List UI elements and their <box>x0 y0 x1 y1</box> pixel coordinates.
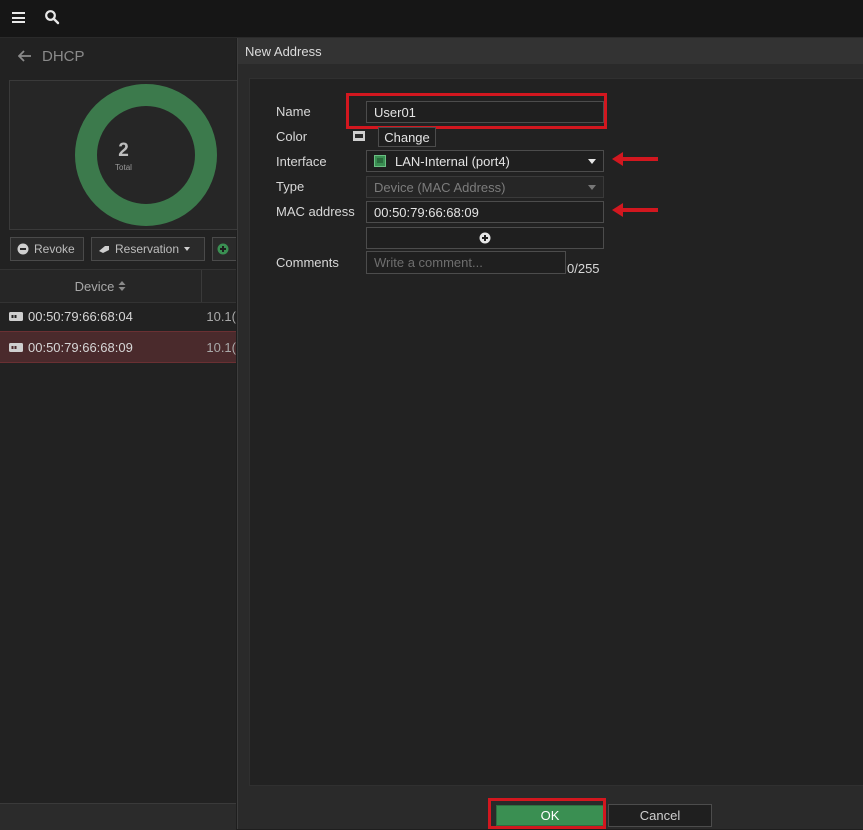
column-header-device[interactable]: Device <box>0 270 202 302</box>
plus-circle-icon <box>479 232 491 244</box>
mac-address-label: MAC address <box>276 204 355 219</box>
chevron-down-icon <box>588 159 596 164</box>
dialog-footer: OK Cancel <box>238 784 863 829</box>
reservation-button[interactable]: Reservation <box>91 237 205 261</box>
name-highlight-box <box>346 93 607 129</box>
arrow-left-icon[interactable] <box>18 50 32 62</box>
chevron-down-icon <box>184 247 191 251</box>
color-label: Color <box>276 129 308 144</box>
sort-icon[interactable] <box>118 281 126 291</box>
color-swatch-icon[interactable] <box>353 130 367 142</box>
red-arrow-annotation <box>612 152 658 166</box>
chevron-down-icon <box>588 185 596 190</box>
device-ip: 10.1( <box>206 308 236 324</box>
type-label: Type <box>276 179 305 194</box>
mac-address-input[interactable]: 00:50:79:66:68:09 <box>366 201 604 223</box>
reservation-label: Reservation <box>115 242 180 256</box>
color-change-button[interactable]: Change <box>378 127 436 147</box>
revoke-label: Revoke <box>34 242 75 256</box>
interface-value: LAN-Internal (port4) <box>395 153 510 169</box>
interface-label: Interface <box>276 154 327 169</box>
device-mac: 00:50:79:66:68:09 <box>28 339 133 355</box>
dhcp-summary-chart: 2 Total <box>9 80 238 230</box>
ok-highlight-box <box>488 798 606 829</box>
search-icon[interactable] <box>44 9 60 25</box>
name-label: Name <box>276 104 311 119</box>
comments-label: Comments <box>276 255 339 270</box>
add-button[interactable] <box>212 237 236 261</box>
minus-circle-icon <box>17 243 29 255</box>
hamburger-icon[interactable] <box>12 12 25 23</box>
top-bar <box>0 0 863 38</box>
table-row[interactable]: 00:50:79:66:68:04 10.1( <box>0 301 236 331</box>
panel-title: DHCP <box>42 47 85 65</box>
reservation-icon <box>99 246 109 253</box>
panel-footer <box>0 803 236 830</box>
dialog-form: Name User01 Color Change Interface LAN-I… <box>249 78 863 786</box>
type-select: Device (MAC Address) <box>366 176 604 198</box>
comments-char-count: 0/255 <box>567 261 600 276</box>
device-ip: 10.1( <box>206 339 236 355</box>
table-row-selected[interactable]: 00:50:79:66:68:09 10.1( <box>0 331 236 363</box>
new-address-dialog: New Address Name User01 Color Change Int… <box>237 38 863 829</box>
plus-circle-icon <box>217 243 229 255</box>
comments-textarea[interactable]: Write a comment... <box>366 251 566 274</box>
dhcp-panel: DHCP 2 Total Revoke Reservation Device 0… <box>0 38 238 830</box>
dialog-title: New Address <box>238 38 863 64</box>
interface-select[interactable]: LAN-Internal (port4) <box>366 150 604 172</box>
device-icon <box>9 311 23 321</box>
table-header: Device <box>0 269 236 303</box>
port-icon <box>374 155 386 167</box>
device-icon <box>9 342 23 352</box>
cancel-button[interactable]: Cancel <box>608 804 712 827</box>
back-navigation[interactable]: DHCP <box>18 46 85 66</box>
device-mac: 00:50:79:66:68:04 <box>28 308 133 324</box>
revoke-button[interactable]: Revoke <box>10 237 84 261</box>
total-count: 2 <box>118 140 129 161</box>
total-label: Total <box>115 163 132 172</box>
type-value: Device (MAC Address) <box>374 179 506 195</box>
add-mac-button[interactable] <box>366 227 604 249</box>
red-arrow-annotation <box>612 203 658 217</box>
